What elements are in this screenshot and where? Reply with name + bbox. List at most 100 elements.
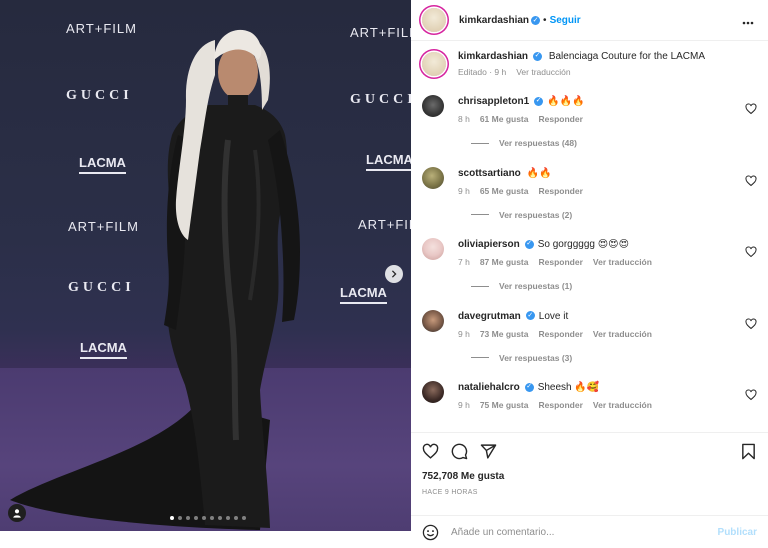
comment-text: 🔥🔥🔥 [547, 96, 585, 107]
view-replies-label: Ver respuestas (3) [499, 352, 573, 363]
view-replies-button[interactable]: Ver respuestas (48) [471, 138, 757, 148]
post-caption: kimkardashian ✓ Balenciaga Couture for th… [411, 42, 768, 77]
chevron-right-icon [391, 270, 397, 278]
commenter-avatar[interactable] [422, 95, 444, 117]
comment-text: Sheesh 🔥🥰 [537, 382, 600, 393]
commenter-avatar[interactable] [422, 238, 444, 260]
view-replies-label: Ver respuestas (2) [499, 209, 573, 220]
post-details-panel: kimkardashian ✓ • Seguir kimkardashian ✓ … [411, 0, 768, 548]
verified-badge-icon: ✓ [524, 382, 534, 392]
caption-username[interactable]: kimkardashian [458, 51, 528, 62]
caption-time[interactable]: 9 h [494, 67, 506, 77]
instagram-post-modal: ART+FILM ART+FILM GUCCI GUCCI LACMA LACM… [0, 0, 768, 548]
comment-translation-link[interactable]: Ver traducción [593, 400, 652, 410]
view-replies-button[interactable]: Ver respuestas (1) [471, 281, 757, 291]
comment-icon[interactable] [451, 443, 468, 460]
commenter-avatar[interactable] [422, 166, 444, 189]
comment-time[interactable]: 9 h [458, 400, 470, 410]
comment-like-heart-icon[interactable] [745, 389, 757, 401]
caption-translation-link[interactable]: Ver traducción [516, 67, 570, 77]
reply-button[interactable]: Responder [538, 329, 582, 339]
comment-time[interactable]: 9 h [458, 186, 470, 196]
comment-time[interactable]: 8 h [458, 114, 470, 124]
commenter-username[interactable]: scottsartiano [458, 168, 521, 179]
comment-like-heart-icon[interactable] [745, 317, 757, 330]
post-timestamp[interactable]: HACE 9 HORAS [422, 489, 757, 496]
comment-item: chrisappleton1 ✓ 🔥🔥🔥 8 h 61 Me gusta Responde… [411, 95, 768, 167]
comment-translation-link[interactable]: Ver traducción [593, 257, 652, 267]
comment-time[interactable]: 7 h [458, 257, 470, 267]
carousel-dot [178, 516, 182, 520]
commenter-username[interactable]: nataliehalcro [458, 382, 520, 393]
emoji-icon[interactable] [422, 524, 439, 541]
comment-likes[interactable]: 73 Me gusta [480, 329, 529, 339]
photo-subject [10, 29, 300, 530]
view-replies-button[interactable]: Ver respuestas (2) [471, 210, 757, 220]
reply-button[interactable]: Responder [538, 400, 582, 410]
comment-time[interactable]: 9 h [458, 329, 470, 339]
comment-likes[interactable]: 61 Me gusta [480, 114, 529, 124]
verified-badge-icon: ✓ [534, 96, 544, 106]
caption-text: Balenciaga Couture for the LACMA [548, 51, 706, 62]
commenter-username[interactable]: chrisappleton1 [458, 96, 529, 107]
comment-text: So gorggggg 😍😍😍 [537, 239, 630, 250]
verified-badge-icon: ✓ [531, 15, 541, 25]
commenter-avatar[interactable] [422, 309, 444, 332]
verified-badge-icon: ✓ [524, 239, 534, 249]
carousel-dot [218, 516, 222, 520]
heart-icon[interactable] [422, 443, 439, 460]
comment-text: Love it [538, 310, 569, 322]
comment-text: 🔥🔥 [526, 167, 552, 179]
comment-item: nataliehalcro ✓ Sheesh 🔥🥰 9 h 75 Me gusta Res… [411, 381, 768, 431]
comment-like-heart-icon[interactable] [745, 246, 757, 258]
carousel-dot [242, 516, 246, 520]
author-username[interactable]: kimkardashian [459, 15, 529, 26]
edited-label: Editado [458, 67, 487, 77]
post-media[interactable]: ART+FILM ART+FILM GUCCI GUCCI LACMA LACM… [0, 0, 411, 531]
comment-like-heart-icon[interactable] [745, 103, 757, 115]
carousel-indicator [170, 516, 246, 520]
caption-author-avatar[interactable] [422, 52, 446, 76]
ellipsis-icon [742, 21, 754, 25]
carousel-dot [194, 516, 198, 520]
reply-button[interactable]: Responder [538, 186, 582, 196]
commenter-username[interactable]: davegrutman [458, 311, 521, 322]
carousel-dot [210, 516, 214, 520]
verified-badge-icon: ✓ [533, 51, 543, 61]
comment-like-heart-icon[interactable] [745, 174, 757, 187]
carousel-dot [226, 516, 230, 520]
comment-translation-link[interactable]: Ver traducción [593, 329, 652, 339]
carousel-dot [202, 516, 206, 520]
commenter-username[interactable]: oliviapierson [458, 239, 520, 250]
view-replies-label: Ver respuestas (1) [499, 281, 573, 291]
follow-button[interactable]: Seguir [550, 15, 581, 26]
comment-input[interactable] [451, 526, 718, 538]
tagged-users-button[interactable] [8, 504, 26, 522]
commenter-avatar[interactable] [422, 381, 444, 403]
view-replies-label: Ver respuestas (48) [499, 138, 577, 148]
send-icon[interactable] [480, 443, 497, 460]
reply-button[interactable]: Responder [538, 114, 582, 124]
author-avatar[interactable] [422, 8, 446, 32]
add-comment-bar: Publicar [411, 515, 768, 548]
carousel-dot [170, 516, 174, 520]
user-tag-icon [13, 509, 21, 518]
carousel-next-button[interactable] [385, 265, 403, 283]
comment-item: oliviapierson ✓ So gorggggg 😍😍😍 7 h 87 Me gu… [411, 238, 768, 310]
publish-comment-button[interactable]: Publicar [718, 527, 757, 538]
comment-item: scottsartiano 🔥🔥 9 h 65 Me gusta Responder Ve… [411, 166, 768, 239]
likes-count[interactable]: 752,708 Me gusta [422, 471, 757, 482]
comment-likes[interactable]: 65 Me gusta [480, 186, 529, 196]
verified-badge-icon: ✓ [525, 311, 535, 321]
comment-likes[interactable]: 87 Me gusta [480, 257, 529, 267]
separator-dot: • [543, 14, 547, 26]
view-replies-button[interactable]: Ver respuestas (3) [471, 353, 757, 363]
comments-list[interactable]: kimkardashian ✓ Balenciaga Couture for th… [411, 42, 768, 431]
carousel-dot [234, 516, 238, 520]
comment-likes[interactable]: 75 Me gusta [480, 400, 529, 410]
post-actions: 752,708 Me gusta HACE 9 HORAS [411, 432, 768, 496]
post-header: kimkardashian ✓ • Seguir [411, 0, 768, 41]
reply-button[interactable]: Responder [538, 257, 582, 267]
more-options-button[interactable] [739, 15, 757, 25]
bookmark-icon[interactable] [740, 443, 757, 460]
